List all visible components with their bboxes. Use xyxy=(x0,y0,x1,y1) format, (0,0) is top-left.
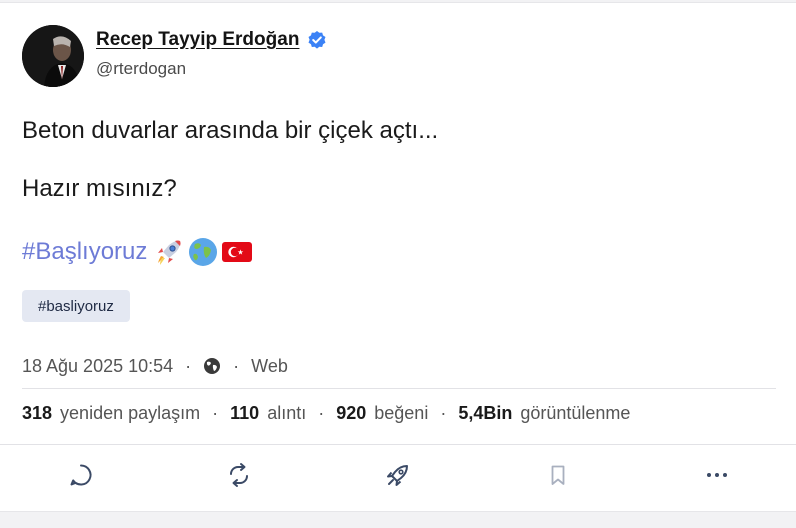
post-card: Recep Tayyip Erdoğan @rterdogan Beton du… xyxy=(0,2,796,512)
stats-separator: · xyxy=(318,402,325,423)
reply-icon xyxy=(68,462,94,493)
views-label: görüntülenme xyxy=(520,402,631,423)
hashtag-link[interactable]: #Başlıyoruz xyxy=(22,238,147,266)
bookmark-icon xyxy=(546,463,570,492)
author-handle[interactable]: @rterdogan xyxy=(96,59,327,79)
avatar[interactable] xyxy=(22,25,84,87)
likes-count[interactable]: 920 xyxy=(336,403,366,424)
rocket-icon xyxy=(384,461,412,494)
stats-separator: · xyxy=(212,402,219,423)
author-display-name[interactable]: Recep Tayyip Erdoğan xyxy=(96,29,299,51)
more-button[interactable] xyxy=(703,463,731,491)
bookmark-button[interactable] xyxy=(544,463,572,491)
action-bar xyxy=(0,455,796,499)
divider xyxy=(22,388,776,389)
reposts-count[interactable]: 318 xyxy=(22,403,52,424)
views-count: 5,4Bin xyxy=(458,402,513,423)
rocket-emoji-icon xyxy=(153,236,185,268)
globe-emoji-icon xyxy=(187,236,219,268)
stats-separator: · xyxy=(440,402,447,423)
boost-button[interactable] xyxy=(384,463,412,491)
post-meta: 18 Ağu 2025 10:54 · · Web xyxy=(22,354,288,378)
post-body: Beton duvarlar arasında bir çiçek açtı..… xyxy=(22,116,762,269)
post-source: Web xyxy=(251,355,288,376)
author-info: Recep Tayyip Erdoğan @rterdogan xyxy=(96,27,327,79)
divider xyxy=(0,444,796,445)
repost-icon xyxy=(225,461,253,494)
reposts-label[interactable]: yeniden paylaşım xyxy=(60,403,200,424)
post-stats: 318 yeniden paylaşım · 110 alıntı · 920 … xyxy=(22,401,630,425)
meta-separator: · xyxy=(185,355,192,376)
quotes-label[interactable]: alıntı xyxy=(267,403,306,424)
hashtag-line: #Başlıyoruz xyxy=(22,235,762,269)
meta-separator: · xyxy=(233,355,240,376)
globe-icon xyxy=(203,357,221,375)
post-text-line-1: Beton duvarlar arasında bir çiçek açtı..… xyxy=(22,117,439,144)
likes-label[interactable]: beğeni xyxy=(374,403,428,424)
post-text-line-2: Hazır mısınız? xyxy=(22,175,177,202)
turkey-flag-emoji-icon xyxy=(221,236,253,268)
more-icon xyxy=(704,462,730,493)
post-header: Recep Tayyip Erdoğan @rterdogan xyxy=(22,24,327,88)
tag-chip[interactable]: #basliyoruz xyxy=(22,290,130,322)
post-timestamp[interactable]: 18 Ağu 2025 10:54 xyxy=(22,356,173,377)
verified-badge-icon xyxy=(307,30,327,50)
reply-button[interactable] xyxy=(67,463,95,491)
quotes-count[interactable]: 110 xyxy=(230,403,259,424)
repost-button[interactable] xyxy=(225,461,253,494)
name-row: Recep Tayyip Erdoğan xyxy=(96,27,327,53)
